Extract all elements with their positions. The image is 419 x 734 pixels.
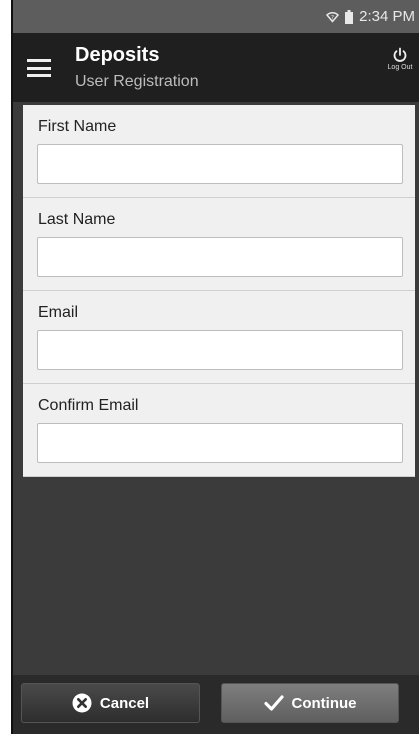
first-name-label: First Name <box>38 118 117 135</box>
last-name-field: Last Name <box>23 198 415 291</box>
cancel-button[interactable]: Cancel <box>21 683 200 723</box>
continue-button[interactable]: Continue <box>221 683 399 723</box>
wifi-icon: ? <box>326 10 340 23</box>
status-bar: ? 2:34 PM <box>13 0 419 33</box>
registration-form: First Name Last Name Email Confirm Email <box>23 105 415 477</box>
continue-label: Continue <box>291 694 357 712</box>
last-name-label: Last Name <box>38 211 116 228</box>
status-icons: ? 2:34 PM <box>326 8 415 25</box>
confirm-email-input[interactable] <box>37 423 403 463</box>
app-bar: Deposits User Registration Log Out <box>13 33 419 102</box>
page-subtitle: User Registration <box>75 73 199 90</box>
first-name-field: First Name <box>23 105 415 198</box>
svg-text:?: ? <box>331 15 334 22</box>
hamburger-menu-icon[interactable] <box>27 56 51 80</box>
email-label: Email <box>38 304 79 321</box>
bottom-action-bar: Cancel Continue <box>13 675 419 734</box>
confirm-email-label: Confirm Email <box>38 397 139 414</box>
logout-button[interactable]: Log Out <box>383 47 417 71</box>
checkmark-icon <box>263 694 284 712</box>
close-circle-icon <box>72 693 92 713</box>
email-input[interactable] <box>37 330 403 370</box>
first-name-input[interactable] <box>37 144 403 184</box>
email-field: Email <box>23 291 415 384</box>
logout-label: Log Out <box>387 64 413 71</box>
confirm-email-field: Confirm Email <box>23 384 415 477</box>
last-name-input[interactable] <box>37 237 403 277</box>
cancel-label: Cancel <box>99 694 150 712</box>
status-time: 2:34 PM <box>359 8 415 25</box>
power-icon <box>383 47 417 63</box>
page-title: Deposits <box>75 44 160 66</box>
battery-icon <box>345 9 354 24</box>
device-screen: ? 2:34 PM Deposits User Registration Log… <box>11 0 419 734</box>
